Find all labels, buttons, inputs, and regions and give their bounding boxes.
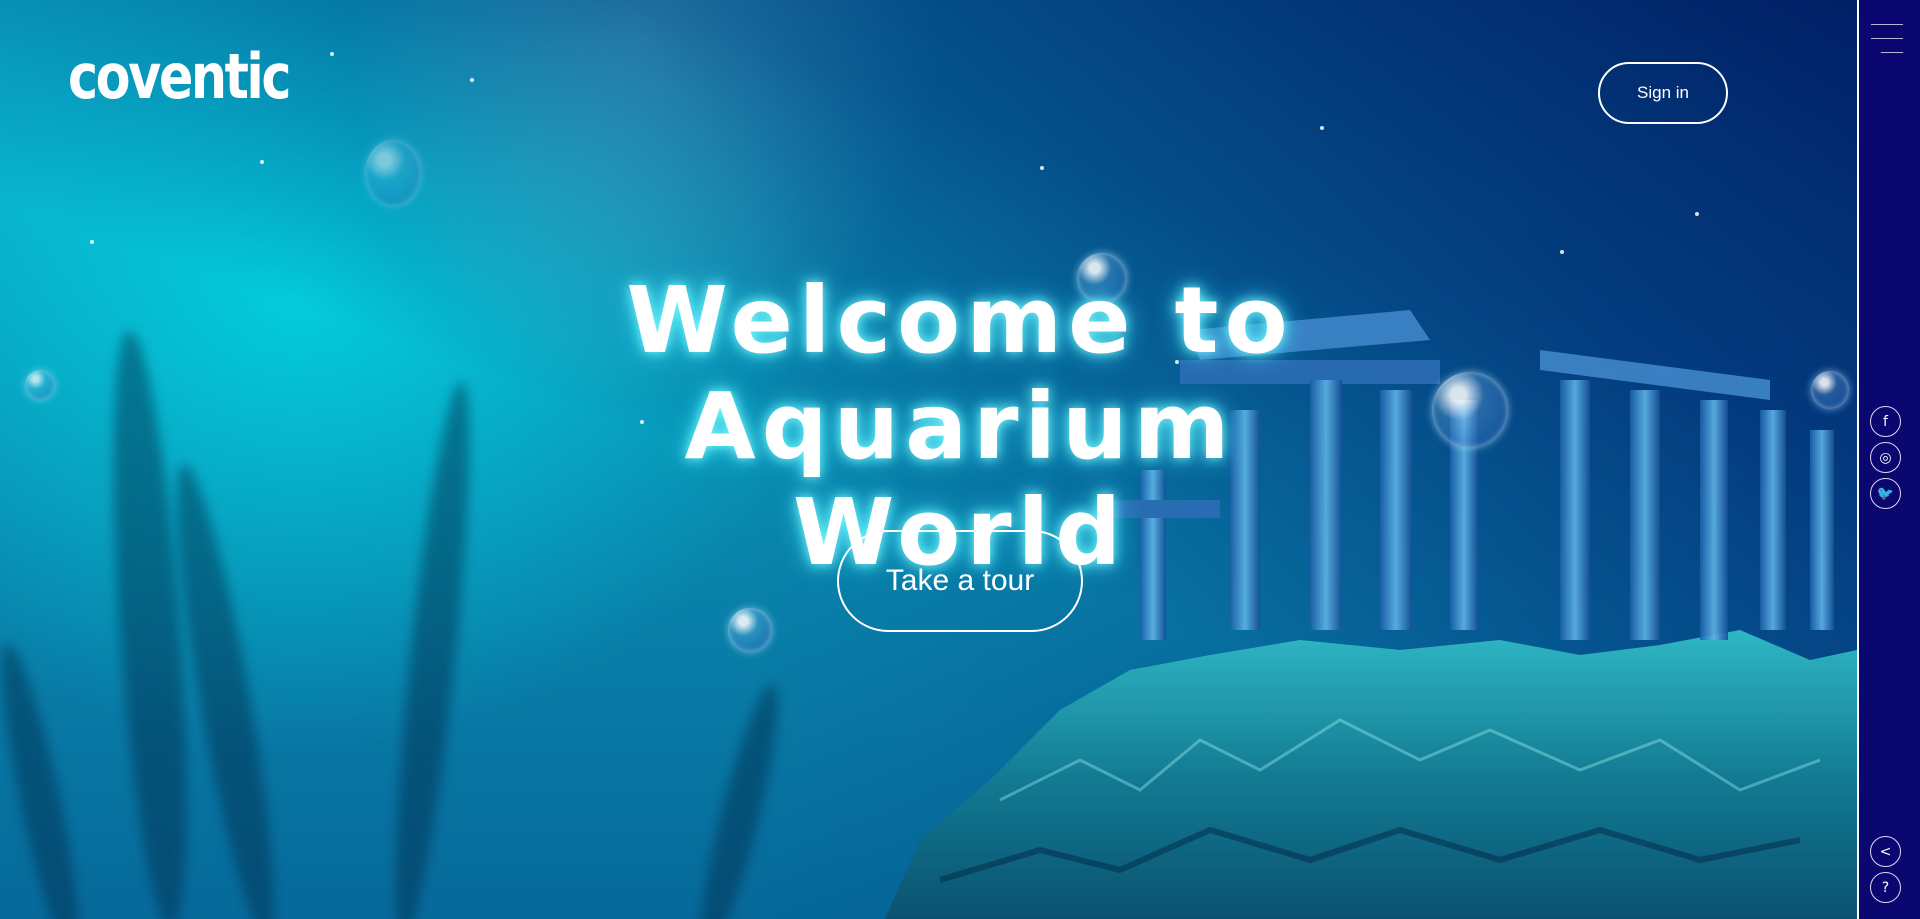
share-icon[interactable]: < [1870, 836, 1901, 867]
bubble-decoration [728, 608, 772, 652]
bubble-decoration [365, 140, 421, 206]
take-a-tour-button[interactable]: Take a tour [837, 530, 1083, 632]
facebook-icon[interactable]: f [1870, 406, 1901, 437]
sign-in-button[interactable]: Sign in [1598, 62, 1728, 124]
particle [1695, 212, 1699, 216]
seaweed-shape [0, 639, 93, 919]
right-side-rail: f ◎ 🐦 < ? [1857, 0, 1920, 919]
particle [1040, 166, 1044, 170]
brand-logo[interactable]: coventic [68, 40, 292, 113]
bubble-decoration [1432, 372, 1508, 448]
hero-title-line-1: Welcome to [626, 267, 1294, 374]
particle [1320, 126, 1324, 130]
bubble-decoration [25, 370, 55, 400]
seaweed-shape [686, 679, 792, 919]
seaweed-shape [380, 379, 485, 919]
particle [470, 78, 474, 82]
instagram-icon[interactable]: ◎ [1870, 442, 1901, 473]
particle [90, 240, 94, 244]
hamburger-menu-icon[interactable] [1871, 22, 1903, 56]
particle [1560, 250, 1564, 254]
help-icon[interactable]: ? [1870, 872, 1901, 903]
particle [260, 160, 264, 164]
seaweed-shape [99, 328, 201, 919]
particle [330, 52, 334, 56]
twitter-icon[interactable]: 🐦 [1870, 478, 1901, 509]
bubble-decoration [1811, 371, 1849, 409]
